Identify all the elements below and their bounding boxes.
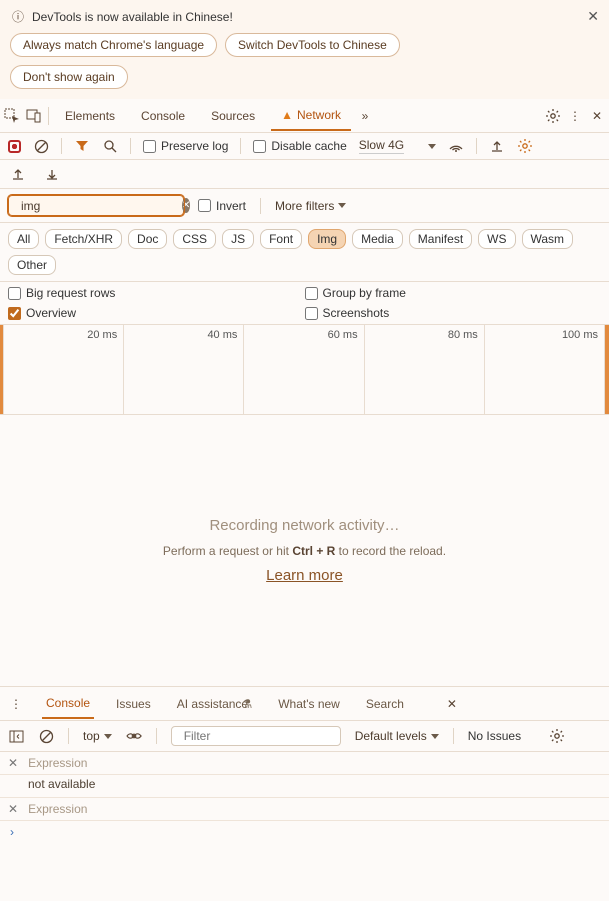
tab-sources[interactable]: Sources	[201, 102, 265, 130]
upload-har-icon[interactable]	[489, 138, 505, 154]
throttling-select[interactable]: Slow 4G	[359, 138, 404, 154]
network-toolbar: Preserve log Disable cache Slow 4G	[0, 133, 609, 160]
console-prompt[interactable]: ›	[0, 821, 609, 843]
settings-icon[interactable]	[545, 108, 561, 124]
close-devtools-icon[interactable]: ✕	[589, 108, 605, 124]
chip-manifest[interactable]: Manifest	[409, 229, 472, 249]
clear-filter-icon[interactable]: ✕	[182, 198, 190, 213]
timeline-tick: 40 ms	[124, 325, 244, 414]
chip-ws[interactable]: WS	[478, 229, 515, 249]
chip-other[interactable]: Other	[8, 255, 56, 275]
drawer-tab-ai[interactable]: AI assistance ⚗	[173, 690, 256, 718]
timeline-tick: 60 ms	[244, 325, 364, 414]
overview-checkbox[interactable]: Overview	[8, 306, 305, 320]
chip-img[interactable]: Img	[308, 229, 346, 249]
filter-toggle-icon[interactable]	[74, 138, 90, 154]
remove-expression-icon[interactable]: ✕	[8, 802, 18, 816]
clear-console-icon[interactable]	[38, 728, 54, 744]
overview-timeline[interactable]: 20 ms 40 ms 60 ms 80 ms 100 ms	[0, 325, 609, 415]
screenshots-checkbox[interactable]: Screenshots	[305, 306, 602, 320]
expression-placeholder[interactable]: Expression	[28, 802, 87, 816]
network-settings-icon[interactable]	[517, 138, 533, 154]
language-banner: ⓘ DevTools is now available in Chinese! …	[0, 0, 609, 99]
live-expression-row: ✕ Expression	[0, 752, 609, 775]
learn-more-link[interactable]: Learn more	[266, 567, 343, 584]
throttling-chevron-icon[interactable]	[428, 144, 436, 149]
filter-input[interactable]: ✕	[8, 195, 184, 216]
export-har-icon[interactable]	[10, 166, 26, 182]
empty-state: Recording network activity… Perform a re…	[0, 415, 609, 686]
device-toggle-icon[interactable]	[26, 108, 42, 124]
clear-icon[interactable]	[33, 138, 49, 154]
console-drawer: ⋮ Console Issues AI assistance ⚗ What's …	[0, 686, 609, 901]
close-icon[interactable]: ✕	[587, 8, 599, 25]
preserve-log-checkbox[interactable]: Preserve log	[143, 139, 228, 153]
expression-placeholder[interactable]: Expression	[28, 756, 87, 770]
banner-message: DevTools is now available in Chinese!	[32, 10, 233, 24]
chip-media[interactable]: Media	[352, 229, 403, 249]
more-tabs-icon[interactable]: »	[357, 108, 373, 124]
empty-title: Recording network activity…	[209, 517, 399, 534]
drawer-kebab-icon[interactable]: ⋮	[8, 696, 24, 712]
console-settings-icon[interactable]	[549, 728, 565, 744]
import-har-icon[interactable]	[44, 166, 60, 182]
warning-icon: ▲	[281, 108, 293, 122]
flask-icon: ⚗	[241, 697, 252, 711]
dont-show-again-button[interactable]: Don't show again	[10, 65, 128, 89]
live-expression-icon[interactable]	[126, 728, 142, 744]
resource-type-chips: All Fetch/XHR Doc CSS JS Font Img Media …	[0, 223, 609, 282]
close-drawer-icon[interactable]: ✕	[444, 696, 460, 712]
empty-hint: Perform a request or hit Ctrl + R to rec…	[163, 542, 446, 559]
har-row	[0, 160, 609, 189]
sidebar-toggle-icon[interactable]	[8, 728, 24, 744]
expression-value: not available	[0, 775, 609, 798]
tab-console[interactable]: Console	[131, 102, 195, 130]
chip-css[interactable]: CSS	[173, 229, 216, 249]
main-tabbar: Elements Console Sources ▲Network » ⋮ ✕	[0, 99, 609, 133]
chip-fetch-xhr[interactable]: Fetch/XHR	[45, 229, 122, 249]
inspect-icon[interactable]	[4, 108, 20, 124]
view-options: Big request rows Group by frame Overview…	[0, 282, 609, 325]
console-filter-input[interactable]	[171, 726, 341, 746]
chip-js[interactable]: JS	[222, 229, 254, 249]
chip-all[interactable]: All	[8, 229, 39, 249]
kebab-icon[interactable]: ⋮	[567, 108, 583, 124]
network-conditions-icon[interactable]	[448, 138, 464, 154]
drawer-tab-whatsnew[interactable]: What's new	[274, 690, 344, 718]
timeline-tick: 100 ms	[485, 325, 605, 414]
more-filters-dropdown[interactable]: More filters	[275, 199, 346, 213]
chip-doc[interactable]: Doc	[128, 229, 167, 249]
disable-cache-checkbox[interactable]: Disable cache	[253, 139, 346, 153]
no-issues-label[interactable]: No Issues	[468, 729, 521, 743]
record-button[interactable]	[8, 140, 21, 153]
chip-wasm[interactable]: Wasm	[522, 229, 574, 249]
info-icon: ⓘ	[10, 9, 26, 25]
invert-checkbox[interactable]: Invert	[198, 199, 246, 213]
drawer-tab-console[interactable]: Console	[42, 689, 94, 719]
filter-bar: ✕ Invert More filters	[0, 189, 609, 223]
timeline-tick: 80 ms	[365, 325, 485, 414]
tab-network[interactable]: ▲Network	[271, 101, 351, 131]
switch-language-button[interactable]: Switch DevTools to Chinese	[225, 33, 400, 57]
console-toolbar: top Default levels No Issues	[0, 721, 609, 752]
timeline-tick: 20 ms	[4, 325, 124, 414]
filter-text-field[interactable]	[21, 199, 176, 213]
remove-expression-icon[interactable]: ✕	[8, 756, 18, 770]
group-by-frame-checkbox[interactable]: Group by frame	[305, 286, 602, 300]
live-expression-row: ✕ Expression	[0, 798, 609, 821]
big-request-rows-checkbox[interactable]: Big request rows	[8, 286, 305, 300]
drawer-tab-issues[interactable]: Issues	[112, 690, 155, 718]
context-select[interactable]: top	[83, 729, 112, 743]
tab-elements[interactable]: Elements	[55, 102, 125, 130]
log-levels-select[interactable]: Default levels	[355, 729, 439, 743]
drawer-tab-search[interactable]: Search	[362, 690, 408, 718]
search-icon[interactable]	[102, 138, 118, 154]
chip-font[interactable]: Font	[260, 229, 302, 249]
match-language-button[interactable]: Always match Chrome's language	[10, 33, 217, 57]
